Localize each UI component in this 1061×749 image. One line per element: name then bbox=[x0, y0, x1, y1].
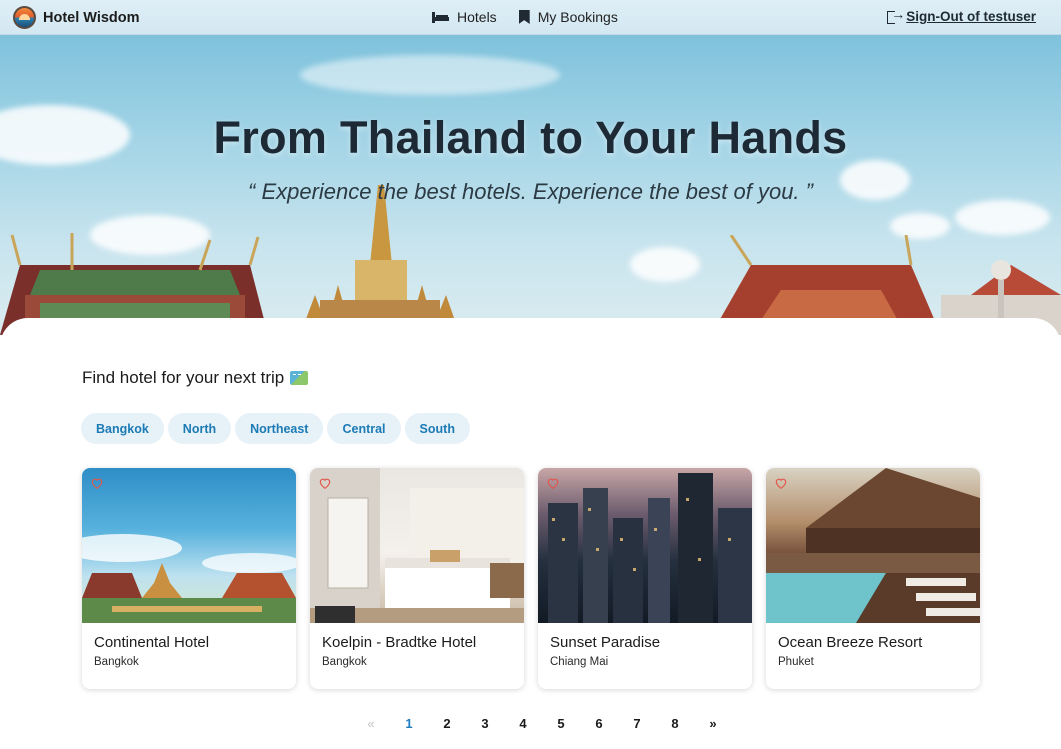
bed-icon bbox=[432, 11, 449, 23]
map-icon bbox=[290, 371, 309, 385]
heart-icon[interactable] bbox=[90, 476, 104, 490]
hotel-name: Continental Hotel bbox=[94, 634, 210, 651]
hero-quote: “ Experience the best hotels. Experience… bbox=[248, 179, 813, 204]
heart-icon[interactable] bbox=[774, 476, 788, 490]
nav-link-label: My Bookings bbox=[537, 9, 618, 25]
cloud-shape bbox=[630, 247, 700, 282]
hotel-name: Sunset Paradise bbox=[550, 634, 661, 651]
photo-illustration bbox=[548, 473, 752, 623]
temple-photo bbox=[82, 468, 296, 623]
pagination-page-7[interactable]: 7 bbox=[618, 716, 656, 731]
region-chip-south[interactable]: South bbox=[404, 413, 470, 444]
nav-links: Hotels My Bookings bbox=[432, 9, 618, 25]
heart-icon[interactable] bbox=[318, 476, 332, 490]
nav-link-label: Hotels bbox=[457, 9, 497, 25]
city-night-photo bbox=[538, 468, 752, 623]
hotel-card[interactable]: Sunset Paradise Chiang Mai bbox=[538, 468, 752, 689]
sunset-logo-icon bbox=[13, 6, 36, 29]
brand[interactable]: Hotel Wisdom bbox=[13, 6, 140, 29]
hotel-card[interactable]: Ocean Breeze Resort Phuket bbox=[766, 468, 980, 689]
find-hotel-title: Find hotel for your next trip bbox=[82, 368, 285, 387]
pagination-page-8[interactable]: 8 bbox=[656, 716, 694, 731]
region-chip-bangkok[interactable]: Bangkok bbox=[81, 413, 164, 444]
pagination-page-3[interactable]: 3 bbox=[466, 716, 504, 731]
photo-illustration bbox=[766, 468, 980, 623]
hero-banner: From Thailand to Your Hands “ Experience… bbox=[0, 35, 1061, 335]
brand-name: Hotel Wisdom bbox=[43, 9, 140, 26]
sign-out-link[interactable]: Sign-Out of testuser bbox=[887, 6, 1036, 24]
sign-out-icon bbox=[887, 6, 905, 24]
pagination: « 1 2 3 4 5 6 7 8 » bbox=[352, 716, 732, 731]
sign-out-label: Sign-Out of testuser bbox=[906, 9, 1036, 24]
hotel-card-list: Continental Hotel Bangkok Koelpin - Brad… bbox=[82, 468, 980, 689]
top-navbar: Hotel Wisdom Hotels My Bookings Sign-Out… bbox=[0, 0, 1061, 35]
region-chip-northeast[interactable]: Northeast bbox=[235, 413, 324, 444]
pagination-prev[interactable]: « bbox=[352, 716, 390, 731]
nav-link-my-bookings[interactable]: My Bookings bbox=[518, 9, 618, 25]
hotel-city: Phuket bbox=[778, 656, 814, 668]
pagination-page-4[interactable]: 4 bbox=[504, 716, 542, 731]
hotel-card[interactable]: Koelpin - Bradtke Hotel Bangkok bbox=[310, 468, 524, 689]
pagination-page-5[interactable]: 5 bbox=[542, 716, 580, 731]
heart-icon[interactable] bbox=[546, 476, 560, 490]
hotel-name: Koelpin - Bradtke Hotel bbox=[322, 634, 477, 651]
region-chip-north[interactable]: North bbox=[167, 413, 232, 444]
golden-pagoda-illustration bbox=[300, 185, 460, 335]
pagination-page-2[interactable]: 2 bbox=[428, 716, 466, 731]
bedroom-photo bbox=[310, 468, 524, 623]
hotel-city: Bangkok bbox=[94, 656, 139, 668]
cloud-shape bbox=[955, 200, 1050, 235]
hotel-city: Chiang Mai bbox=[550, 656, 609, 668]
hotel-name: Ocean Breeze Resort bbox=[778, 634, 923, 651]
pagination-page-1[interactable]: 1 bbox=[390, 716, 428, 731]
hotel-city: Bangkok bbox=[322, 656, 367, 668]
photo-illustration bbox=[82, 534, 296, 623]
pagination-page-6[interactable]: 6 bbox=[580, 716, 618, 731]
region-chip-central[interactable]: Central bbox=[327, 413, 401, 444]
resort-pool-photo bbox=[766, 468, 980, 623]
hero-title: From Thailand to Your Hands bbox=[213, 112, 848, 163]
pagination-next[interactable]: » bbox=[694, 716, 732, 731]
nav-link-hotels[interactable]: Hotels bbox=[432, 9, 497, 25]
region-filter: Bangkok North Northeast Central South bbox=[81, 413, 470, 444]
photo-illustration bbox=[310, 468, 524, 623]
bookmark-icon bbox=[518, 10, 530, 24]
find-hotel-heading: Find hotel for your next trip bbox=[82, 368, 309, 388]
hotel-card[interactable]: Continental Hotel Bangkok bbox=[82, 468, 296, 689]
cloud-shape bbox=[300, 55, 560, 95]
